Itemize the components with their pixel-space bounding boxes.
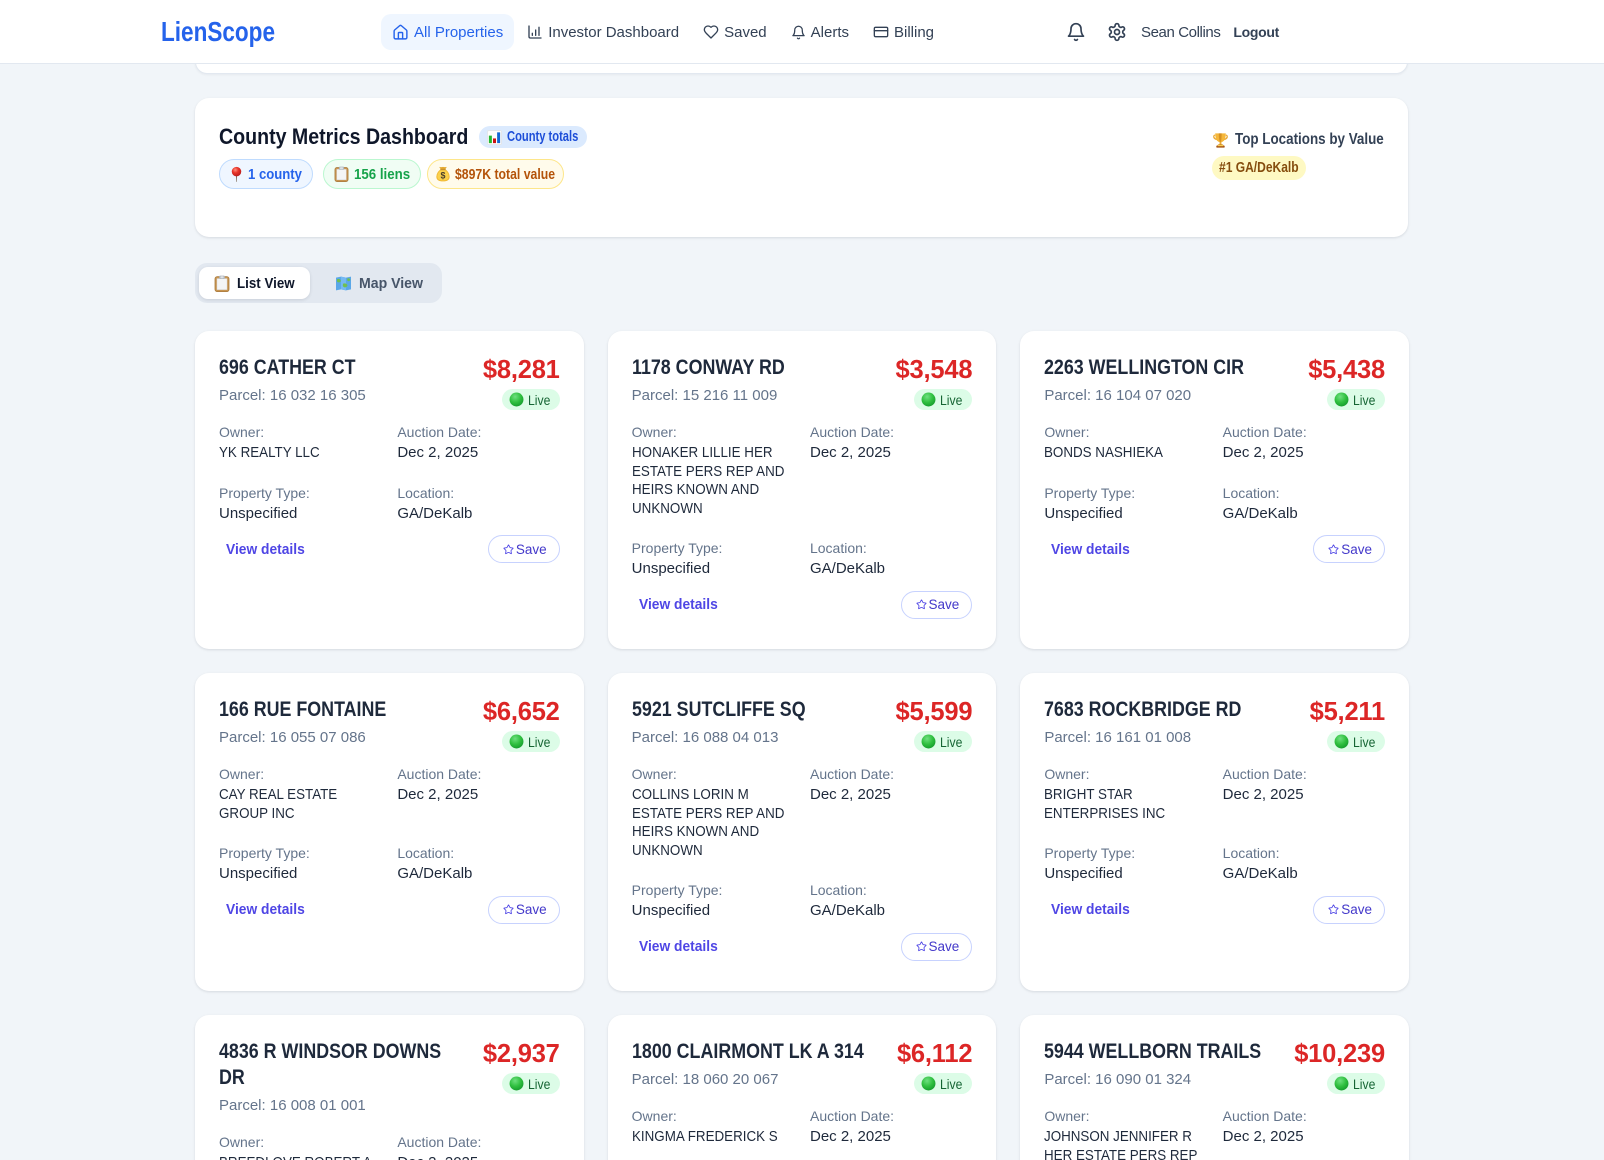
svg-text:$: $ xyxy=(441,171,446,181)
